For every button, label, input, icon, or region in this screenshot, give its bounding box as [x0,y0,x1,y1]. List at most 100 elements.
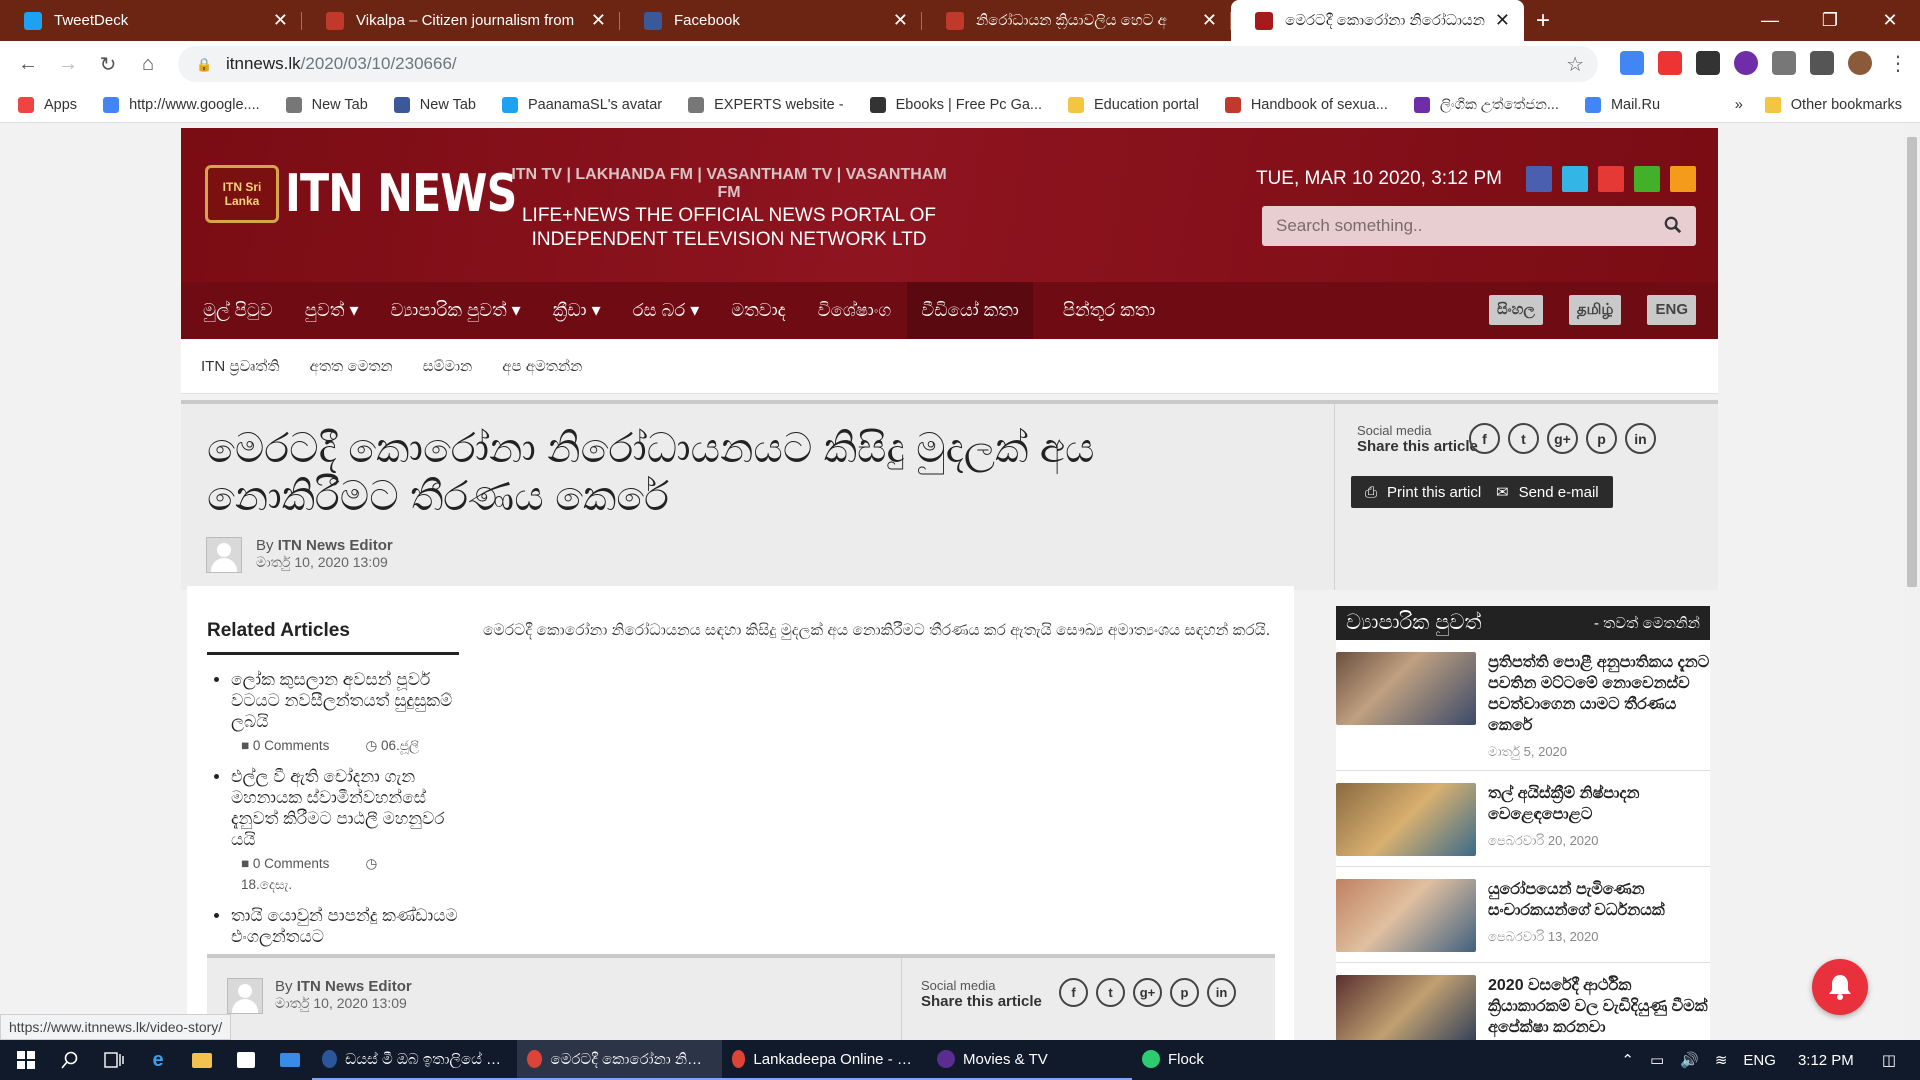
bookmark-item[interactable]: New Tab [285,96,368,113]
search-icon[interactable] [1664,216,1682,234]
news-headline[interactable]: තල් අයිස්ක්‍රීම් නිෂ්පාදන වෙළෙඳපොළට [1488,783,1710,825]
nav-item[interactable]: ක්‍රීඩා ▾ [551,282,603,339]
forward-button[interactable]: → [50,53,86,76]
home-button[interactable]: ⌂ [130,53,166,76]
nav-item[interactable]: විශේෂාංග [816,282,894,339]
tab-close-icon[interactable]: ✕ [893,10,908,31]
extension-icon[interactable] [1620,51,1644,75]
lang-sinhala[interactable]: සිංහල [1489,295,1543,325]
share-linkedin-icon[interactable]: in [1207,978,1236,1007]
scrollbar-thumb[interactable] [1907,137,1917,587]
share-twitter-icon[interactable]: t [1096,978,1125,1007]
input-language[interactable]: ENG [1743,1052,1776,1069]
related-article-item[interactable]: ලෝක කුසලාන අවසන් පූර්ව වටයට නවසීලන්තයත් … [231,669,459,756]
extension-icon[interactable] [1658,51,1682,75]
taskbar-app[interactable]: Movies & TV [927,1040,1132,1080]
bookmarks-overflow-button[interactable]: » [1735,97,1743,113]
subnav-itn-news[interactable]: ITN ප්‍රවෘත්ති [201,358,280,375]
nav-item[interactable]: පින්තූර කතා [1061,282,1157,339]
bookmark-star-icon[interactable]: ☆ [1566,52,1584,77]
menu-icon[interactable]: ⋮ [1886,51,1910,75]
author-name[interactable]: ITN News Editor [278,537,393,554]
bookmark-item[interactable]: Mail.Ru [1584,96,1660,113]
url-bar[interactable]: 🔒 itnnews.lk/2020/03/10/230666/ ☆ [178,46,1598,82]
other-bookmarks-folder[interactable]: Other bookmarks [1764,97,1902,113]
comments-count[interactable]: ■ 0 Comments [241,738,347,753]
related-article-title[interactable]: තායි යොවුන් පාපන්දු කණ්ඩායම එංගලන්තයට [231,905,459,947]
bookmark-item[interactable]: Education portal [1068,96,1199,113]
extension-icon[interactable] [1734,51,1758,75]
browser-tab[interactable]: මෙරටදී කොරෝනා නිරෝධායන ✕ [1231,0,1524,41]
facebook-icon[interactable] [1526,166,1552,192]
rss-icon[interactable] [1670,166,1696,192]
taskbar-app[interactable]: Flock [1132,1040,1332,1080]
bookmark-item[interactable]: Handbook of sexua... [1224,96,1388,113]
nav-item[interactable]: ව්‍යාපාරික පුවත් ▾ [389,282,523,339]
news-headline[interactable]: යුරෝපයෙන් පැමිණෙන සංචාරකයන්ගේ වර්ධනයක් [1488,879,1710,921]
share-pinterest-icon[interactable]: p [1586,423,1617,454]
chevron-up-icon[interactable]: ⌃ [1621,1051,1634,1069]
sidebar-news-item[interactable]: තල් අයිස්ක්‍රීම් නිෂ්පාදන වෙළෙඳපොළට පෙබරව… [1336,771,1710,867]
tab-close-icon[interactable]: ✕ [1202,10,1217,31]
taskbar-app[interactable]: මෙරටදී කොරෝනා නිරෝධා... [517,1040,722,1080]
extension-icon[interactable] [1810,51,1834,75]
author-name[interactable]: ITN News Editor [297,978,412,995]
nav-item[interactable]: පුවත් ▾ [303,282,361,339]
share-facebook-icon[interactable]: f [1469,423,1500,454]
related-article-title[interactable]: ලෝක කුසලාන අවසන් පූර්ව වටයට නවසීලන්තයත් … [231,669,459,732]
lang-tamil[interactable]: தமிழ் [1568,295,1622,325]
news-thumbnail[interactable] [1336,879,1476,952]
browser-tab[interactable]: නිරෝධායන ක්‍රියාවලිය හෙට අ ✕ [922,0,1231,41]
search-icon[interactable] [48,1040,92,1080]
edge-icon[interactable]: e [136,1040,180,1080]
extension-icon[interactable] [1696,51,1720,75]
related-article-item[interactable]: එල්ල වී ඇති චෝදනා ගැන මහනායක ස්වාමීන්වහන… [231,766,459,895]
minimize-button[interactable]: — [1740,0,1800,41]
lang-english[interactable]: ENG [1647,295,1696,325]
chat-bell-button[interactable] [1812,959,1868,1015]
site-search-input[interactable]: Search something.. [1262,206,1696,246]
sidebar-news-item[interactable]: යුරෝපයෙන් පැමිණෙන සංචාරකයන්ගේ වර්ධනයක් පෙ… [1336,867,1710,963]
bookmark-item[interactable]: New Tab [393,96,476,113]
bookmark-item[interactable]: http://www.google.... [103,96,260,113]
tab-close-icon[interactable]: ✕ [273,10,288,31]
comments-count[interactable]: ■ 0 Comments [241,856,347,871]
youtube-icon[interactable] [1598,166,1624,192]
nav-item[interactable]: මුල් පිටුව [201,282,275,339]
subnav-here[interactable]: අතත මෙතන [310,358,393,375]
share-twitter-icon[interactable]: t [1508,423,1539,454]
browser-tab[interactable]: TweetDeck ✕ [0,0,302,41]
print-article-button[interactable]: ⎙ Print this article [1351,476,1504,508]
new-tab-button[interactable]: + [1536,0,1550,41]
share-googleplus-icon[interactable]: g+ [1547,423,1578,454]
browser-tab[interactable]: Facebook ✕ [620,0,922,41]
bookmark-item[interactable]: EXPERTS website - [688,96,844,113]
taskbar-app[interactable]: ඩයස් මී ඔබ ඉතාලියේ සිට ආ... [312,1040,517,1080]
bookmark-item[interactable]: PaanamaSL's avatar [501,96,662,113]
share-pinterest-icon[interactable]: p [1170,978,1199,1007]
tab-close-icon[interactable]: ✕ [1495,10,1510,31]
reading-list-icon[interactable] [1772,51,1796,75]
profile-avatar[interactable] [1848,51,1872,75]
news-thumbnail[interactable] [1336,975,1476,1040]
notifications-icon[interactable]: ◫ [1882,1051,1896,1069]
mail-icon[interactable] [268,1040,312,1080]
restore-button[interactable]: ❐ [1800,0,1860,41]
sidebar-news-item[interactable]: ප්‍රතිපත්ති පොළී අනුපාතිකය දැනට පවතින මට… [1336,640,1710,771]
start-button[interactable] [4,1040,48,1080]
googleplus-icon[interactable] [1634,166,1660,192]
taskbar-app[interactable]: Lankadeepa Online - Google C... [722,1040,927,1080]
subnav-contact[interactable]: අප අමතන්න [502,358,582,375]
tab-close-icon[interactable]: ✕ [591,10,606,31]
file-explorer-icon[interactable] [180,1040,224,1080]
twitter-icon[interactable] [1562,166,1588,192]
related-article-title[interactable]: එල්ල වී ඇති චෝදනා ගැන මහනායක ස්වාමීන්වහන… [231,766,459,850]
bookmark-item[interactable]: ලිංගික උත්තේජන... [1413,96,1559,113]
nav-item[interactable]: රස බර ▾ [631,282,702,339]
news-headline[interactable]: ප්‍රතිපත්ති පොළී අනුපාතිකය දැනට පවතින මට… [1488,652,1710,736]
battery-icon[interactable]: ▭ [1650,1051,1664,1069]
clock[interactable]: 3:12 PM [1798,1052,1854,1069]
browser-tab[interactable]: Vikalpa – Citizen journalism from ✕ [302,0,620,41]
news-thumbnail[interactable] [1336,783,1476,856]
send-email-button[interactable]: ✉ Send e-mail [1482,476,1613,508]
